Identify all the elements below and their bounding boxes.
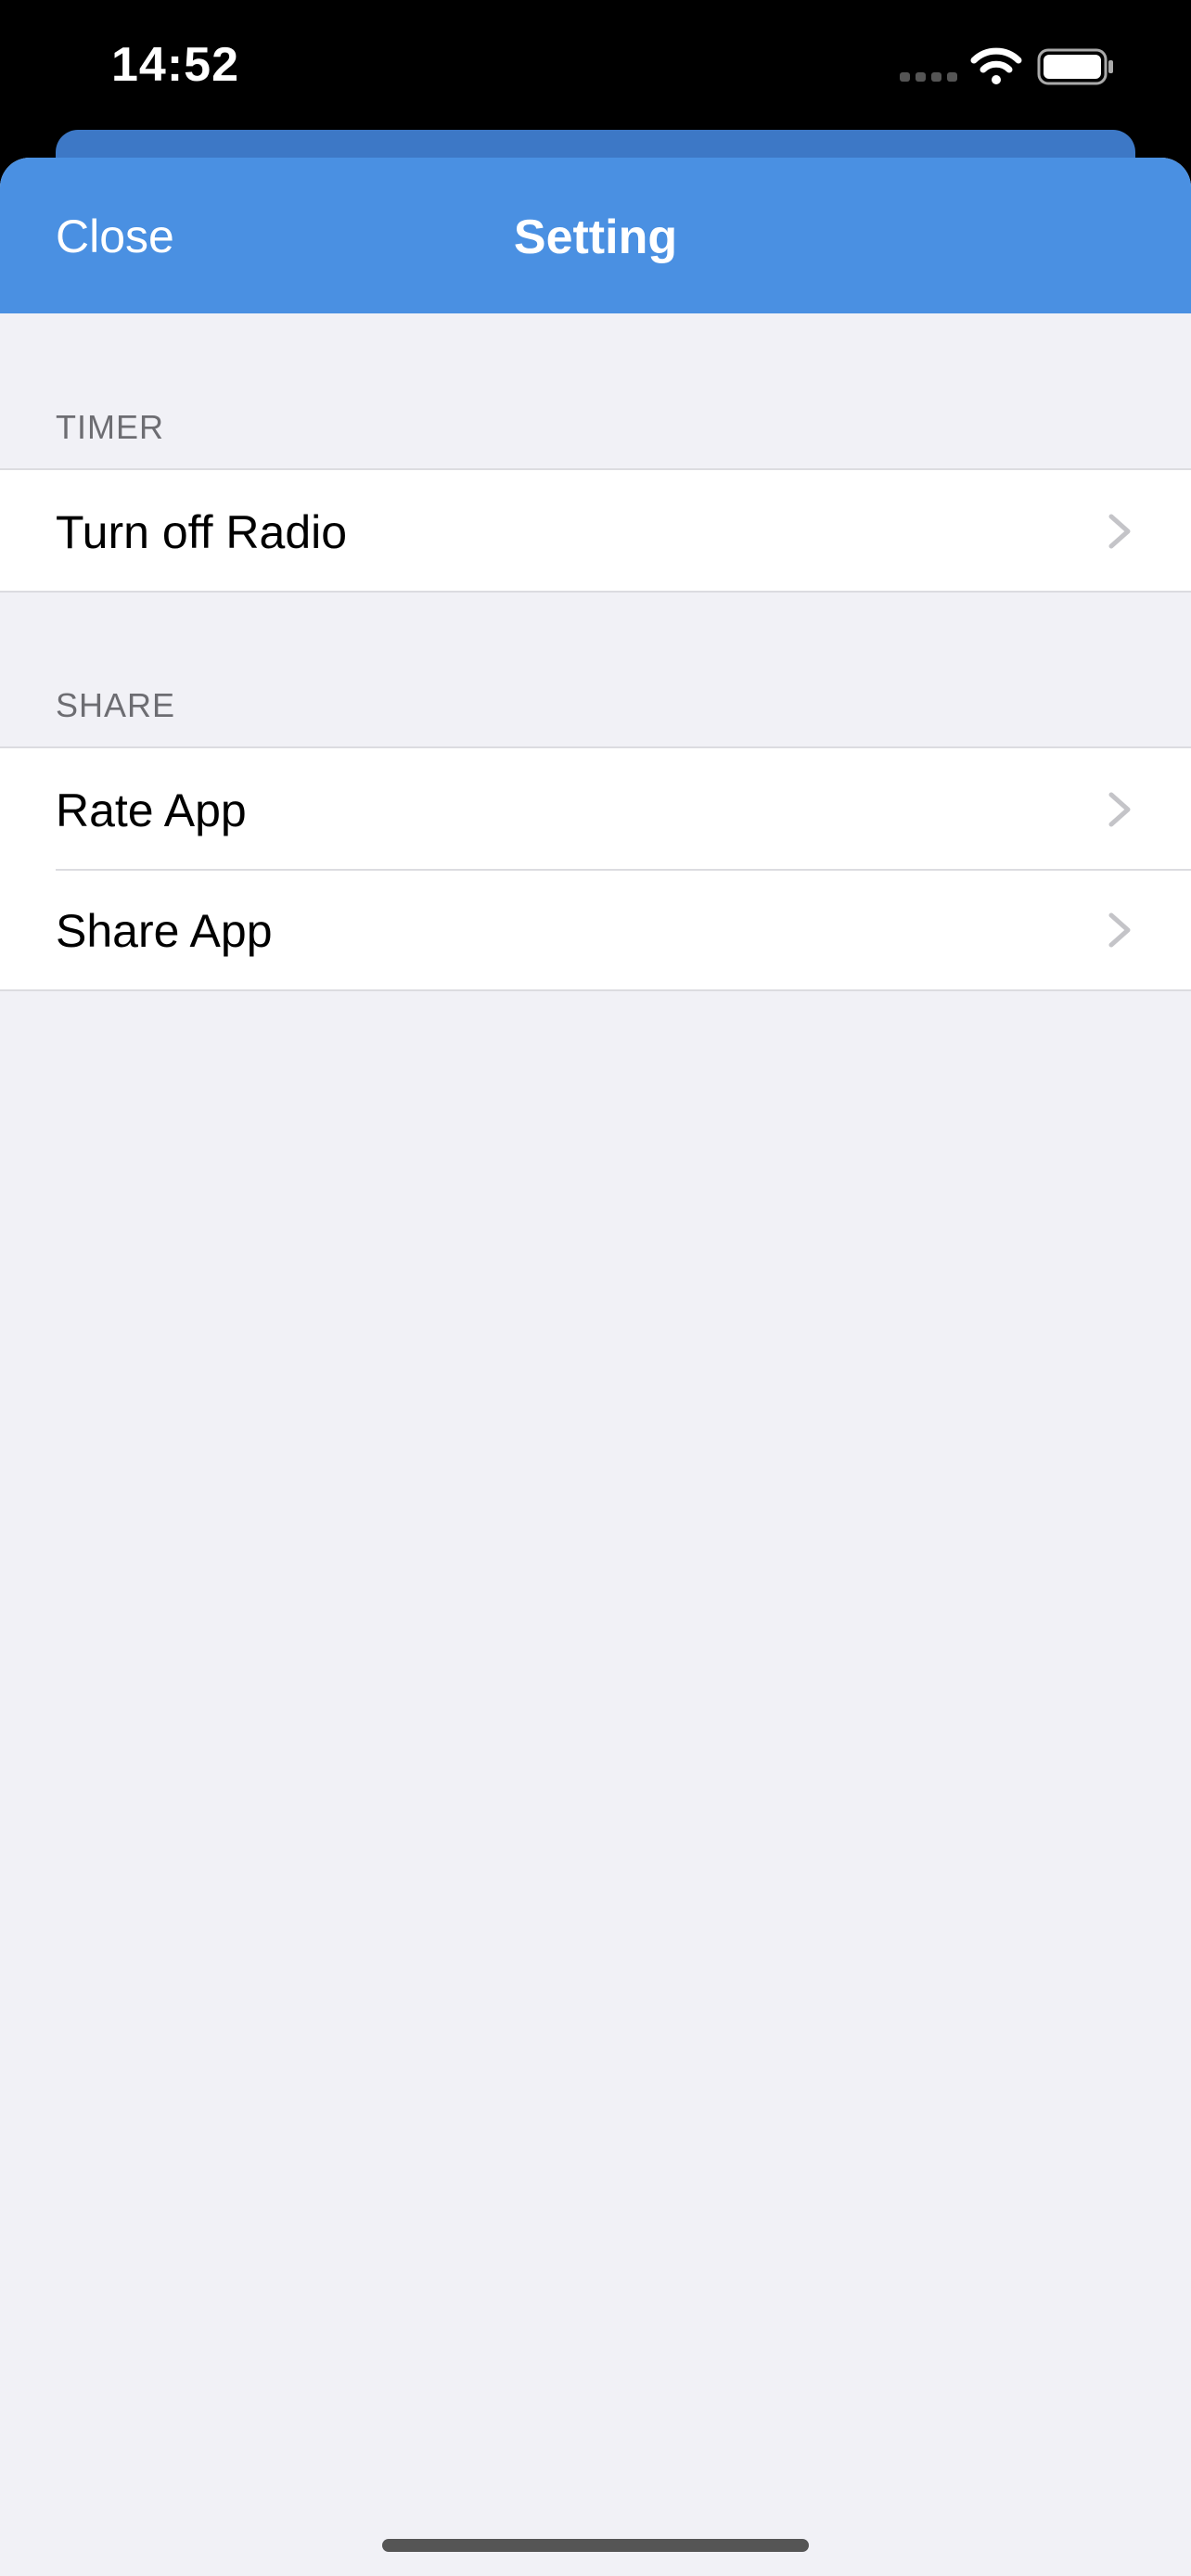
chevron-right-icon [1108, 912, 1131, 948]
row-rate-app[interactable]: Rate App [0, 748, 1191, 869]
row-label: Turn off Radio [56, 506, 348, 558]
section-header-timer: TIMER [56, 408, 164, 446]
timer-group: Turn off Radio [0, 468, 1191, 593]
status-time: 14:52 [111, 38, 239, 92]
page-title: Setting [513, 210, 678, 264]
wifi-icon [970, 47, 1022, 84]
section-header-share: SHARE [56, 686, 176, 724]
share-group: Rate App Share App [0, 746, 1191, 991]
row-label: Share App [56, 905, 273, 957]
chevron-right-icon [1108, 792, 1131, 827]
battery-icon [1037, 48, 1113, 85]
status-bar: 14:52 [0, 0, 1191, 130]
row-label: Rate App [56, 784, 247, 836]
close-button[interactable]: Close [56, 210, 174, 263]
navigation-bar: Setting Close [0, 158, 1191, 313]
chevron-right-icon [1108, 514, 1131, 549]
signal-icon [900, 72, 959, 82]
row-share-app[interactable]: Share App [0, 869, 1191, 989]
home-indicator[interactable] [382, 2539, 809, 2552]
row-turn-off-radio[interactable]: Turn off Radio [0, 470, 1191, 591]
settings-sheet: Setting Close TIMER Turn off Radio SHARE… [0, 158, 1191, 2576]
